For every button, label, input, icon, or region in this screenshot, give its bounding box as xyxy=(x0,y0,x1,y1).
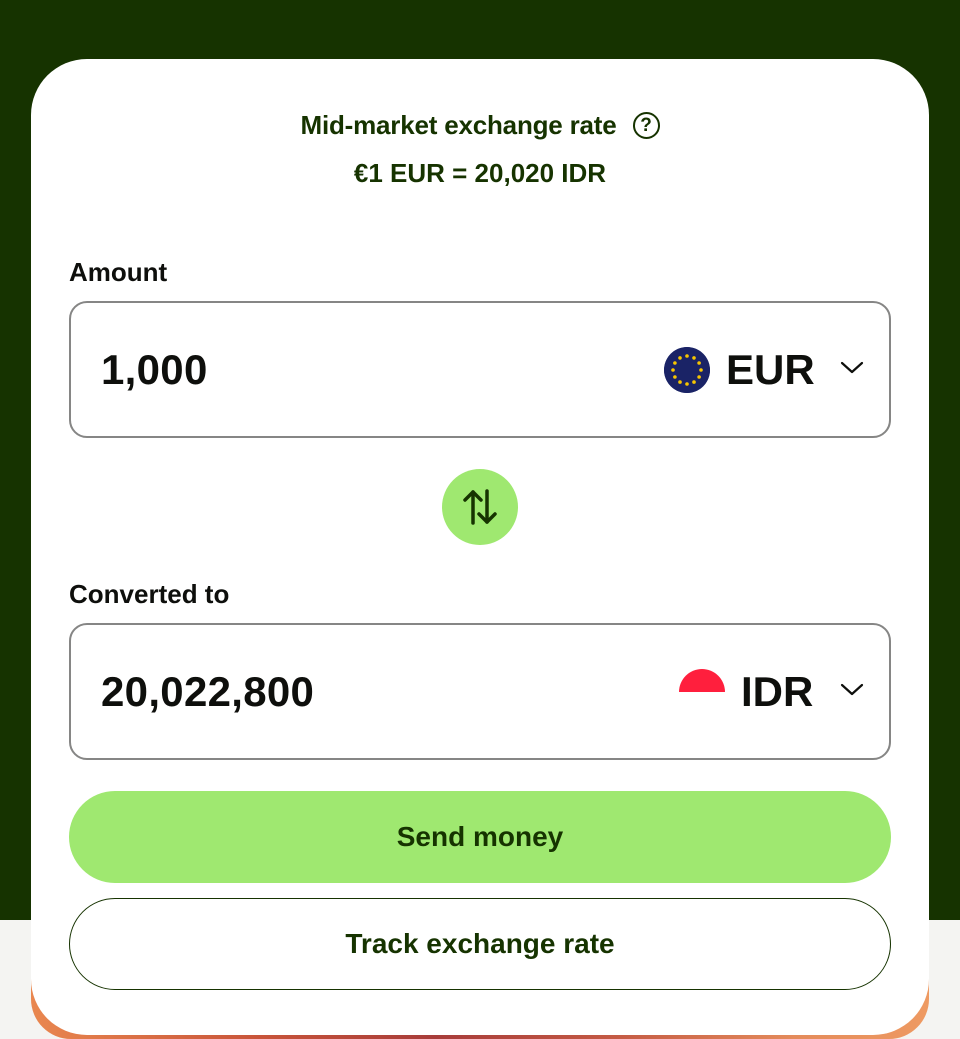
rate-header: Mid-market exchange rate ? xyxy=(0,107,960,143)
eu-flag-icon xyxy=(664,346,710,393)
indonesia-flag-icon xyxy=(679,668,725,715)
converted-label: Converted to xyxy=(69,579,230,609)
to-currency-select[interactable]: IDR xyxy=(679,625,813,758)
amount-field[interactable]: 1,000 EUR xyxy=(69,301,891,438)
currency-converter-card xyxy=(31,59,929,1035)
swap-arrows-icon xyxy=(463,489,497,525)
track-exchange-rate-button[interactable]: Track exchange rate xyxy=(69,898,891,990)
question-mark-circle-icon[interactable]: ? xyxy=(632,111,660,139)
chevron-down-icon[interactable] xyxy=(839,358,865,376)
swap-currencies-button[interactable] xyxy=(442,469,518,545)
amount-input[interactable]: 1,000 xyxy=(101,303,208,436)
rate-title: Mid-market exchange rate xyxy=(300,109,617,140)
from-currency-code: EUR xyxy=(726,345,815,393)
amount-label: Amount xyxy=(69,257,168,287)
converted-amount-input[interactable]: 20,022,800 xyxy=(101,625,314,758)
chevron-down-icon[interactable] xyxy=(839,680,865,698)
converted-field[interactable]: 20,022,800 IDR xyxy=(69,623,891,760)
from-currency-select[interactable]: EUR xyxy=(664,303,815,436)
to-currency-code: IDR xyxy=(741,667,814,715)
send-money-button[interactable]: Send money xyxy=(69,791,891,883)
exchange-rate-value: €1 EUR = 20,020 IDR xyxy=(353,158,607,188)
